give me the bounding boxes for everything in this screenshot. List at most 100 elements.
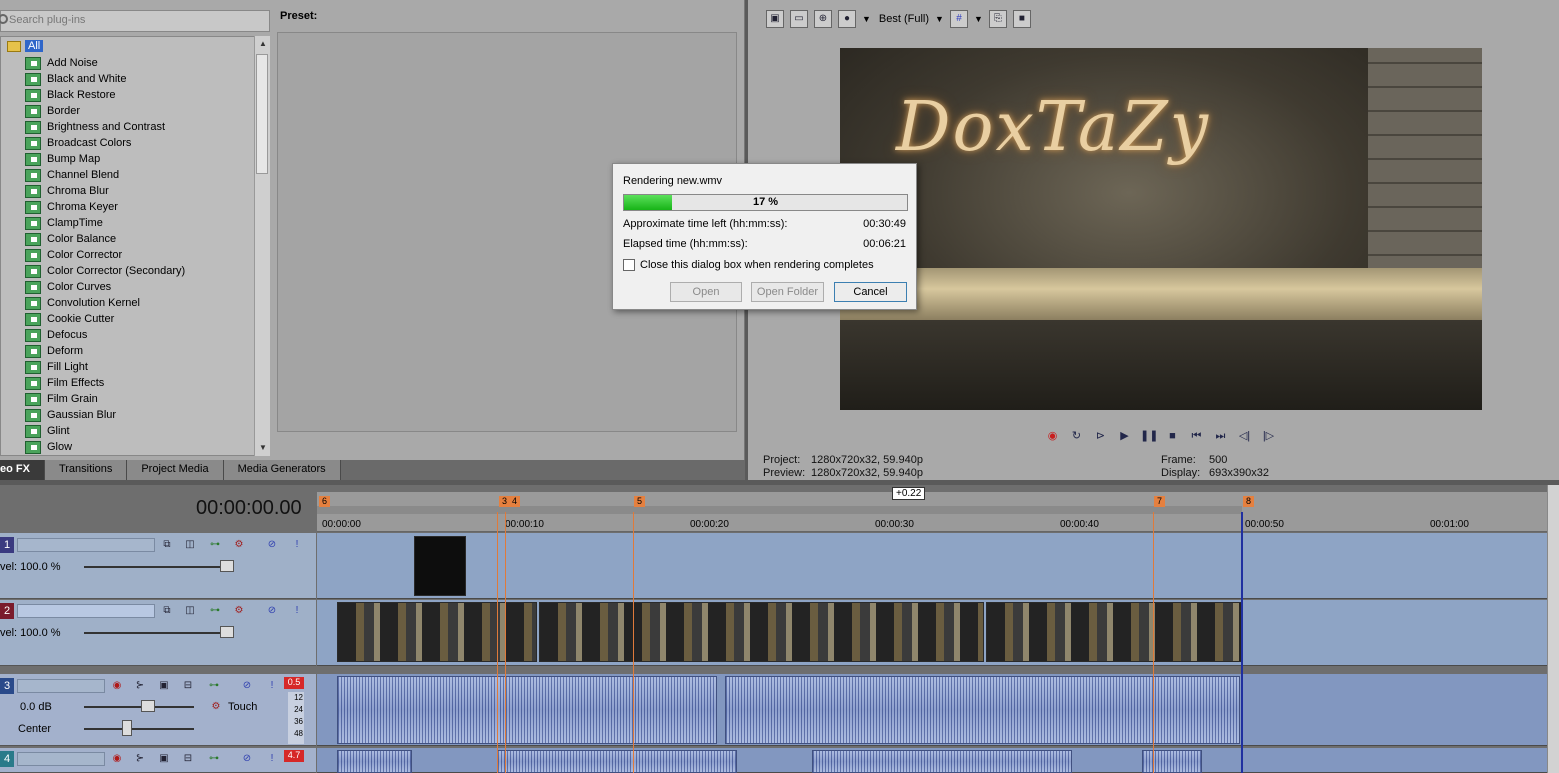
video-clip[interactable] xyxy=(414,536,466,596)
scroll-up-icon[interactable]: ▲ xyxy=(255,36,271,52)
plugin-list-item[interactable]: Color Curves xyxy=(25,279,185,295)
open-folder-button[interactable]: Open Folder xyxy=(751,282,824,302)
level-slider-thumb[interactable] xyxy=(220,626,234,638)
plugin-list-item[interactable]: Color Balance xyxy=(25,231,185,247)
tab-media-generators[interactable]: Media Generators xyxy=(223,460,341,480)
audio-fx-icon[interactable]: ⊶ xyxy=(207,752,221,766)
plugin-tree[interactable]: All Add Noise Black and White Black Restor… xyxy=(0,36,270,456)
invert-phase-icon[interactable]: ⊱ xyxy=(133,679,147,693)
audio-clip[interactable] xyxy=(337,676,717,744)
audio-track-lane-4[interactable] xyxy=(317,748,1547,773)
plugin-list-item[interactable]: Chroma Keyer xyxy=(25,199,185,215)
plugin-list-item[interactable]: Bump Map xyxy=(25,151,185,167)
track-name-field[interactable] xyxy=(17,604,155,618)
preview-properties-icon[interactable]: ▣ xyxy=(766,10,784,28)
plugin-list-item[interactable]: Glint xyxy=(25,423,185,439)
solo-icon[interactable]: ! xyxy=(265,752,279,766)
tab-transitions[interactable]: Transitions xyxy=(44,460,128,480)
stop-icon[interactable]: ■ xyxy=(1164,428,1181,445)
plugin-list-item[interactable]: Black and White xyxy=(25,71,185,87)
overlays-grid-icon[interactable]: # xyxy=(949,10,968,28)
plugin-list-item[interactable]: Gaussian Blur xyxy=(25,407,185,423)
record-icon[interactable]: ◉ xyxy=(1044,428,1061,445)
cancel-button[interactable]: Cancel xyxy=(834,282,907,302)
marker-4[interactable]: 4 xyxy=(509,496,520,507)
search-input[interactable]: Search plug-ins xyxy=(0,10,270,32)
solo-icon[interactable]: ! xyxy=(265,679,279,693)
plugin-list-item[interactable]: Color Corrector xyxy=(25,247,185,263)
audio-clip[interactable] xyxy=(497,750,737,773)
volume-slider-track[interactable] xyxy=(84,706,194,708)
loop-region-bar[interactable] xyxy=(317,506,1242,514)
track-fx-icon[interactable]: ⊶ xyxy=(208,604,222,618)
mute-icon[interactable]: ⊘ xyxy=(265,604,279,618)
next-frame-icon[interactable]: |▷ xyxy=(1260,428,1277,445)
solo-icon[interactable]: ! xyxy=(290,538,304,552)
mute-icon[interactable]: ⊘ xyxy=(240,752,254,766)
gear-icon[interactable]: ⚙ xyxy=(232,538,246,552)
level-slider-track[interactable] xyxy=(84,566,234,568)
solo-icon[interactable]: ! xyxy=(290,604,304,618)
plugin-list-item[interactable]: Brightness and Contrast xyxy=(25,119,185,135)
plugin-list-item[interactable]: Glow xyxy=(25,439,185,455)
track-name-field[interactable] xyxy=(17,679,105,693)
track-fx-icon[interactable]: ▣ xyxy=(157,752,171,766)
chevron-down-icon[interactable]: ▼ xyxy=(862,14,871,24)
audio-clip[interactable] xyxy=(725,676,1240,744)
split-screen-icon[interactable]: ⊕ xyxy=(814,10,832,28)
audio-clip[interactable] xyxy=(1142,750,1202,773)
plugin-list-item[interactable]: Cookie Cutter xyxy=(25,311,185,327)
compositing-mode-icon[interactable]: ◫ xyxy=(183,604,197,618)
track-name-field[interactable] xyxy=(17,538,155,552)
preview-quality-icon[interactable]: ● xyxy=(838,10,856,28)
track-name-field[interactable] xyxy=(17,752,105,766)
plugin-list-item[interactable]: Chroma Blur xyxy=(25,183,185,199)
open-button[interactable]: Open xyxy=(670,282,742,302)
automation-settings-icon[interactable]: ⊟ xyxy=(181,752,195,766)
audio-clip[interactable] xyxy=(337,750,412,773)
automation-mode-select[interactable]: Touch xyxy=(228,701,257,713)
audio-clip[interactable] xyxy=(812,750,1072,773)
marker-6[interactable]: 6 xyxy=(319,496,330,507)
mute-icon[interactable]: ⊘ xyxy=(240,679,254,693)
video-clip[interactable] xyxy=(337,602,537,662)
save-snapshot-icon[interactable]: ■ xyxy=(1012,10,1031,28)
close-when-done-checkbox[interactable]: Close this dialog box when rendering com… xyxy=(623,259,874,271)
play-icon[interactable]: ▶ xyxy=(1116,428,1133,445)
compositing-mode-icon[interactable]: ◫ xyxy=(183,538,197,552)
plugin-list-item[interactable]: Border xyxy=(25,103,185,119)
external-monitor-icon[interactable]: ▭ xyxy=(790,10,808,28)
tab-video-fx[interactable]: eo FX xyxy=(0,460,45,480)
track-motion-icon[interactable]: ⧉ xyxy=(160,604,174,618)
level-slider-track[interactable] xyxy=(84,632,234,634)
plugin-list-item[interactable]: Film Effects xyxy=(25,375,185,391)
plugin-list-item[interactable]: Broadcast Colors xyxy=(25,135,185,151)
pan-slider-track[interactable] xyxy=(84,728,194,730)
invert-phase-icon[interactable]: ⊱ xyxy=(133,752,147,766)
track-fx-icon[interactable]: ⊶ xyxy=(208,538,222,552)
automation-settings-icon[interactable]: ⊟ xyxy=(181,679,195,693)
plugin-list-item[interactable]: Add Noise xyxy=(25,55,185,71)
plugin-list-item[interactable]: Channel Blend xyxy=(25,167,185,183)
plugin-list-item[interactable]: Black Restore xyxy=(25,87,185,103)
level-slider-thumb[interactable] xyxy=(220,560,234,572)
plugin-list-item[interactable]: Film Grain xyxy=(25,391,185,407)
video-track-lane-2[interactable] xyxy=(317,600,1547,666)
scroll-down-icon[interactable]: ▼ xyxy=(255,440,271,456)
tab-project-media[interactable]: Project Media xyxy=(127,460,224,480)
chevron-down-icon[interactable]: ▼ xyxy=(974,14,983,24)
plugin-tree-scroll-thumb[interactable] xyxy=(256,54,268,174)
arm-record-icon[interactable]: ◉ xyxy=(110,752,124,766)
plugin-list-item[interactable]: Fill Light xyxy=(25,359,185,375)
marker-5[interactable]: 5 xyxy=(634,496,645,507)
mute-icon[interactable]: ⊘ xyxy=(265,538,279,552)
play-from-start-icon[interactable]: ⊳ xyxy=(1092,428,1109,445)
gear-icon[interactable]: ⚙ xyxy=(232,604,246,618)
marker-7[interactable]: 7 xyxy=(1154,496,1165,507)
video-clip[interactable] xyxy=(986,602,1243,662)
timeline-vertical-scrollbar[interactable] xyxy=(1547,485,1559,773)
video-track-lane-1[interactable] xyxy=(317,533,1547,599)
plugin-list-item[interactable]: Convolution Kernel xyxy=(25,295,185,311)
loop-playback-icon[interactable]: ↻ xyxy=(1068,428,1085,445)
track-motion-icon[interactable]: ⧉ xyxy=(160,538,174,552)
